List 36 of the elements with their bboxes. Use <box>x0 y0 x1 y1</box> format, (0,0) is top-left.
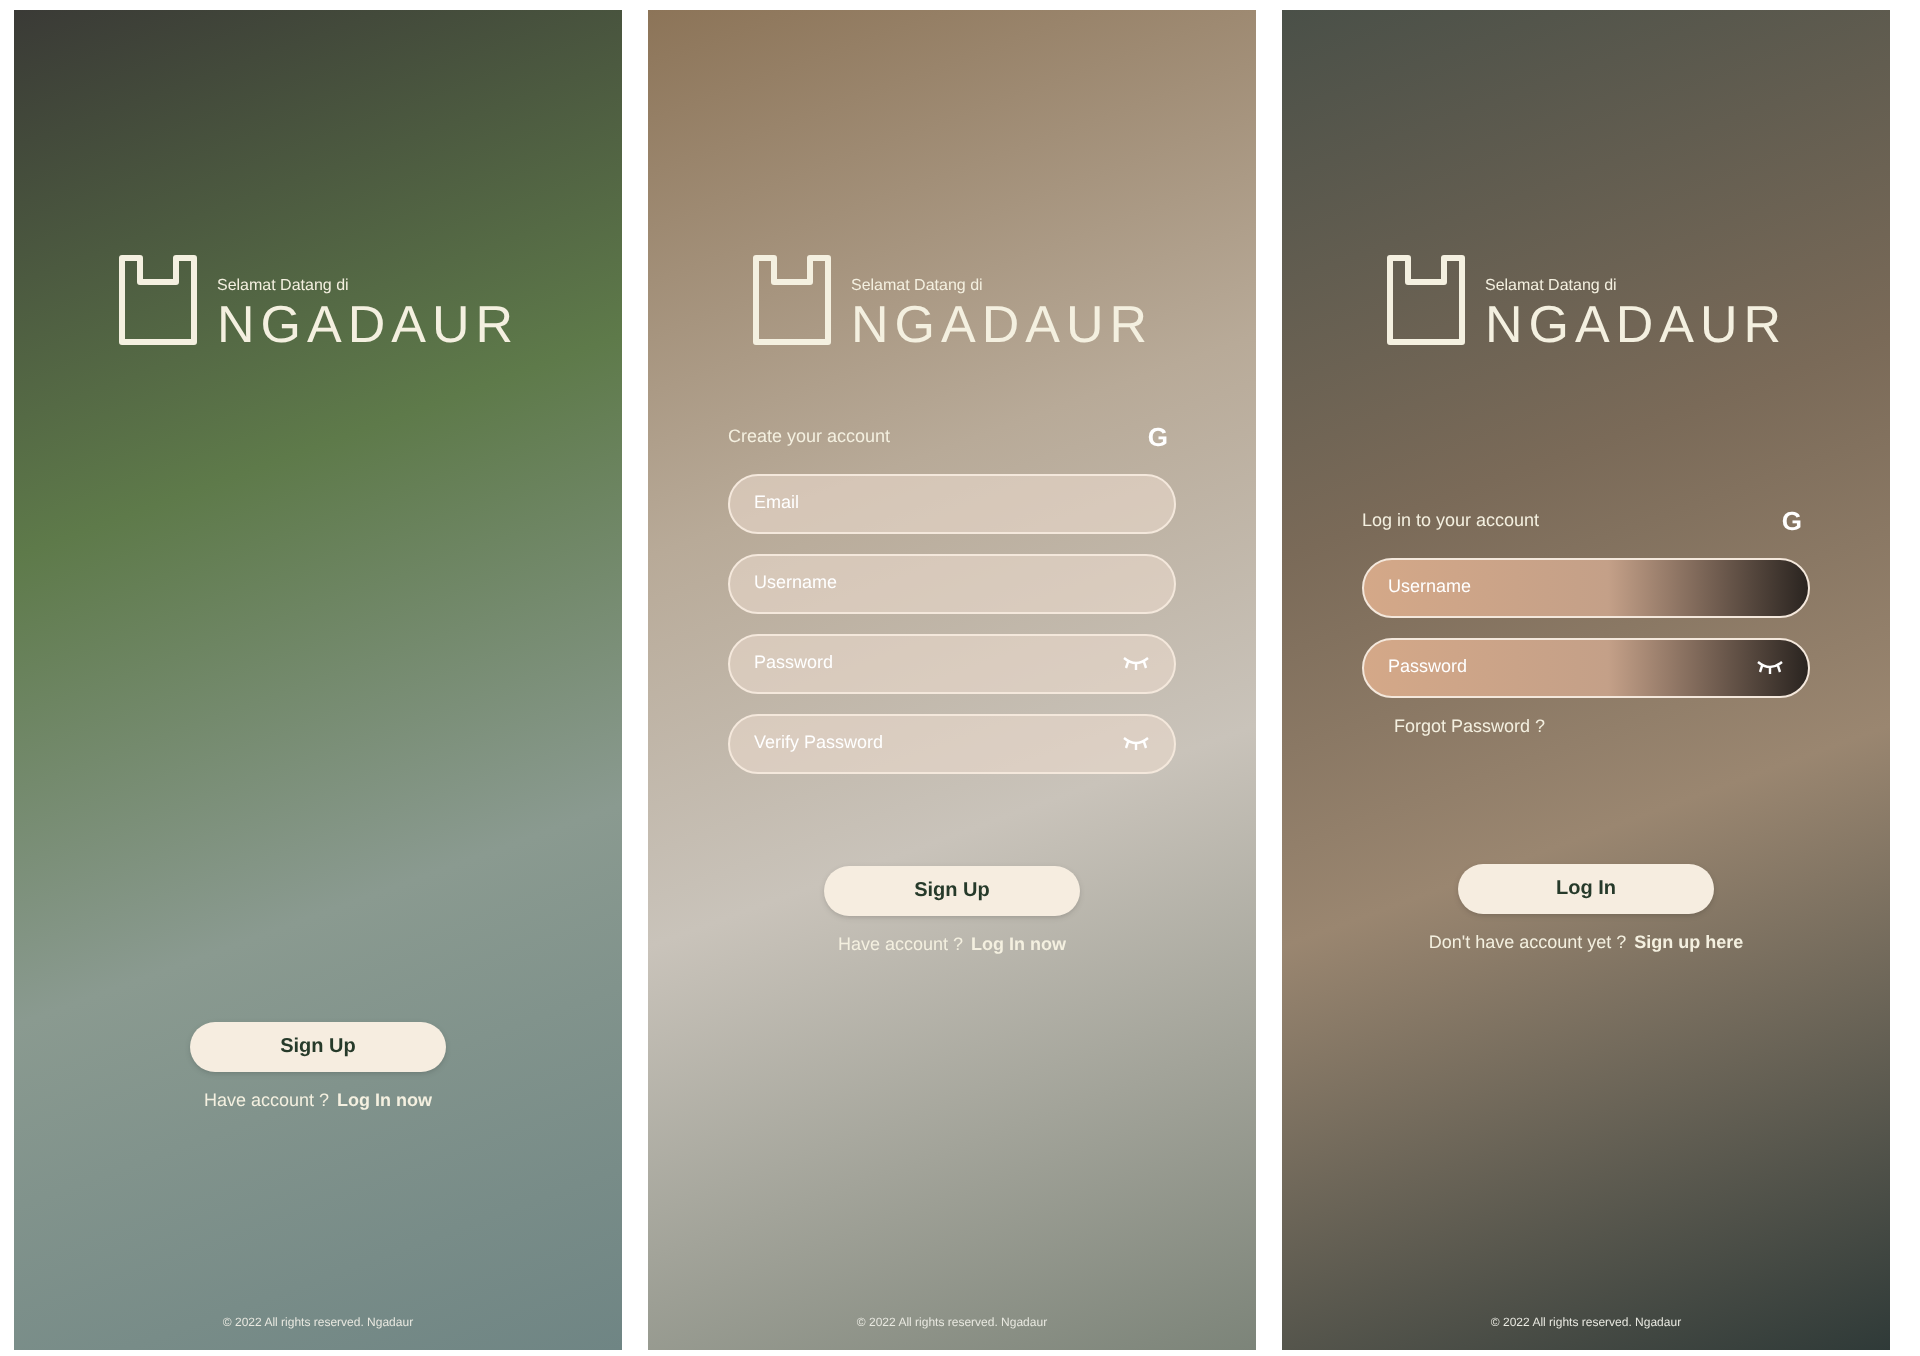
closed-eye-icon <box>1756 660 1784 674</box>
account-prompt: Have account ? <box>203 1088 330 1114</box>
closed-eye-icon <box>1122 656 1150 670</box>
input-field[interactable]: Email <box>754 489 1114 517</box>
google-sign-in[interactable]: G <box>1781 502 1802 541</box>
forgot-password-link[interactable]: Forgot Password ? <box>1394 713 1810 740</box>
input-field[interactable]: Password <box>1362 637 1810 697</box>
input-field[interactable]: Password <box>728 633 1176 693</box>
sign-up-button[interactable]: Sign Up <box>824 865 1080 915</box>
sign-up-button[interactable]: Sign Up <box>190 1022 446 1072</box>
welcome-greeting: Selamat Datang di <box>850 274 985 298</box>
input-field[interactable]: Username <box>1362 557 1810 617</box>
input-field[interactable]: Password <box>754 649 1114 677</box>
log-in-button[interactable]: Log In <box>1458 864 1714 914</box>
welcome-greeting: Selamat Datang di <box>1484 274 1619 298</box>
bag-icon <box>1384 254 1469 350</box>
account-link[interactable]: Sign up here <box>1634 930 1744 957</box>
app-name: NGADAUR <box>216 298 519 350</box>
input-field[interactable]: Email <box>728 473 1176 533</box>
google-sign-in[interactable]: G <box>1147 418 1168 457</box>
input-field[interactable]: Username <box>728 553 1176 613</box>
form-title: Create your account <box>728 424 891 450</box>
input-field[interactable]: Verify Password <box>754 729 1114 757</box>
bag-icon <box>750 254 835 350</box>
input-field[interactable]: Password <box>1388 653 1748 681</box>
form-title: Log in to your account <box>1362 508 1540 534</box>
account-prompt: Don't have account yet ? <box>1428 930 1627 956</box>
input-field[interactable]: Username <box>754 569 1114 597</box>
bag-icon <box>116 254 201 350</box>
closed-eye-icon <box>1122 736 1150 750</box>
app-name: NGADAUR <box>1484 298 1787 350</box>
app-name: NGADAUR <box>850 298 1153 350</box>
input-field[interactable]: Verify Password <box>728 713 1176 773</box>
input-field[interactable]: Username <box>1388 573 1748 601</box>
account-link[interactable]: Log In now <box>337 1088 433 1115</box>
welcome-greeting: Selamat Datang di <box>216 274 351 298</box>
